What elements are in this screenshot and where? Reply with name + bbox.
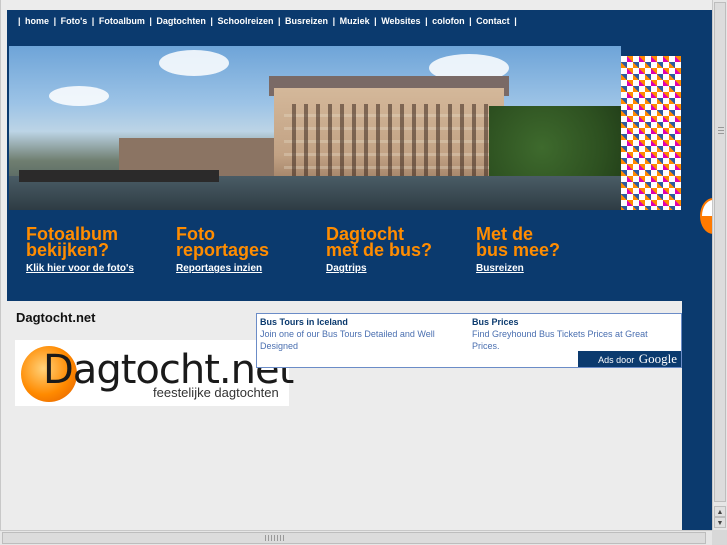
google-wordmark: Google bbox=[638, 351, 677, 366]
cloud-shape bbox=[49, 86, 109, 106]
nav-contact-link[interactable]: Contact bbox=[476, 16, 510, 26]
logo-tagline: feestelijke dagtochten bbox=[153, 385, 279, 400]
ads-by-label: Ads door bbox=[598, 355, 635, 365]
nav-separator: | bbox=[91, 16, 95, 26]
promo-title-line: bekijken? bbox=[26, 240, 110, 260]
decorative-checker-pattern bbox=[621, 56, 681, 210]
hero-photo-amsterdam-hotel bbox=[9, 46, 621, 210]
nav-separator: | bbox=[514, 16, 517, 26]
nav-busreizen-link[interactable]: Busreizen bbox=[285, 16, 328, 26]
nav-separator: | bbox=[469, 16, 472, 26]
promo-fotoalbum-link[interactable]: Klik hier voor de foto's bbox=[26, 263, 134, 275]
promo-busreizen-link[interactable]: Busreizen bbox=[476, 263, 560, 275]
vertical-scrollbar[interactable]: ▲ ▼ bbox=[712, 0, 727, 530]
promo-dagtrips-link[interactable]: Dagtrips bbox=[326, 263, 432, 275]
scroll-grip-icon bbox=[718, 127, 724, 135]
top-navigation: | home | Foto's | Fotoalbum | Dagtochten… bbox=[16, 16, 519, 30]
scroll-down-button[interactable]: ▼ bbox=[714, 517, 726, 528]
promo-reportages-link[interactable]: Reportages inzien bbox=[176, 263, 269, 275]
bridge-shape bbox=[19, 170, 219, 182]
nav-separator: | bbox=[425, 16, 428, 26]
promo-title-line: reportages bbox=[176, 240, 270, 260]
promo-foto-reportages: Foto reportages Reportages inzien bbox=[176, 225, 270, 275]
promo-title-line: met de bus? bbox=[326, 240, 433, 260]
google-ads-box: Bus Tours in Iceland Join one of our Bus… bbox=[256, 313, 682, 368]
scroll-up-button[interactable]: ▲ bbox=[714, 506, 726, 517]
nav-separator: | bbox=[332, 16, 336, 26]
nav-separator: | bbox=[374, 16, 377, 26]
nav-separator: | bbox=[149, 16, 152, 26]
windows-pattern bbox=[284, 104, 494, 184]
promo-bus-mee: Met de bus mee? Busreizen bbox=[476, 225, 561, 275]
promo-dagtocht: Dagtocht met de bus? Dagtrips bbox=[326, 225, 433, 275]
ads-by-google-badge[interactable]: Ads door Google bbox=[578, 351, 681, 367]
nav-separator: | bbox=[53, 16, 57, 26]
nav-separator: | bbox=[277, 16, 281, 26]
promo-fotoalbum: Fotoalbum bekijken? Klik hier voor de fo… bbox=[26, 225, 134, 275]
horizontal-scroll-thumb[interactable] bbox=[2, 532, 706, 544]
promo-title-line: bus mee? bbox=[476, 240, 561, 260]
nav-websites-link[interactable]: Websites bbox=[381, 16, 420, 26]
horizontal-scrollbar[interactable] bbox=[0, 530, 712, 545]
nav-colofon-link[interactable]: colofon bbox=[432, 16, 465, 26]
ad-title[interactable]: Bus Prices bbox=[472, 316, 677, 328]
cloud-shape bbox=[159, 50, 229, 76]
site-logo[interactable]: Dagtocht.net feestelijke dagtochten bbox=[15, 340, 294, 406]
ad-text: Find Greyhound Bus Tickets Prices at Gre… bbox=[472, 329, 648, 351]
nav-muziek-link[interactable]: Muziek bbox=[340, 16, 370, 26]
page-title: Dagtocht.net bbox=[16, 310, 96, 325]
nav-dagtochten-link[interactable]: Dagtochten bbox=[156, 16, 206, 26]
ad-title[interactable]: Bus Tours in Iceland bbox=[260, 316, 465, 328]
nav-fotoalbum-link[interactable]: Fotoalbum bbox=[99, 16, 145, 26]
ad-item[interactable]: Bus Tours in Iceland Join one of our Bus… bbox=[260, 316, 465, 352]
right-border-strip bbox=[682, 10, 712, 530]
nav-separator: | bbox=[18, 16, 21, 26]
nav-separator: | bbox=[210, 16, 213, 26]
nav-home-link[interactable]: home bbox=[25, 16, 49, 26]
scroll-grip-icon bbox=[265, 535, 285, 541]
vertical-scroll-thumb[interactable] bbox=[714, 2, 726, 502]
ad-text: Join one of our Bus Tours Detailed and W… bbox=[260, 329, 435, 351]
nav-schoolreizen-link[interactable]: Schoolreizen bbox=[217, 16, 273, 26]
nav-fotos-link[interactable]: Foto's bbox=[61, 16, 88, 26]
scrollbar-corner bbox=[712, 530, 727, 545]
ad-item[interactable]: Bus Prices Find Greyhound Bus Tickets Pr… bbox=[472, 316, 677, 352]
